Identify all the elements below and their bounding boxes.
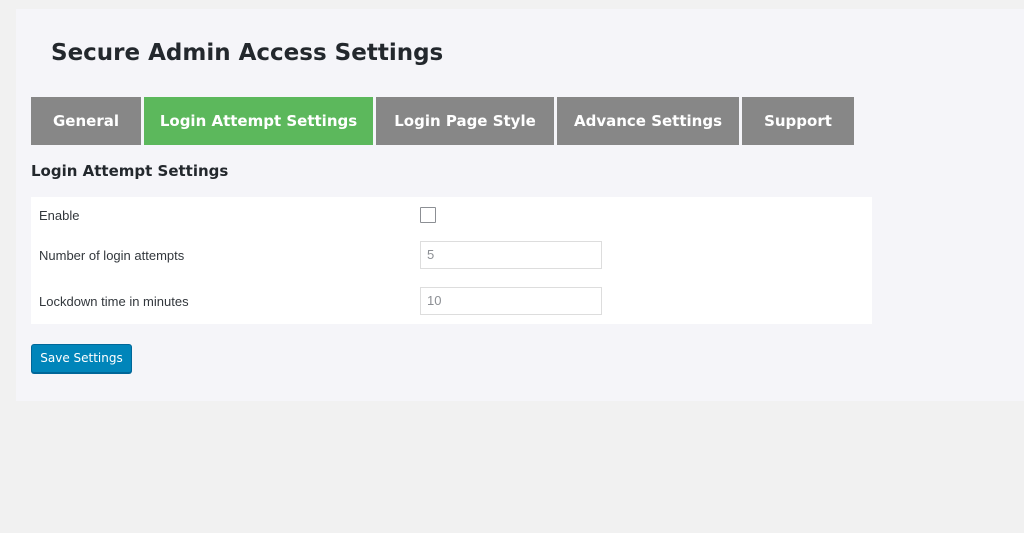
save-settings-button[interactable]: Save Settings: [31, 344, 132, 373]
tab-login-attempt-settings[interactable]: Login Attempt Settings: [144, 97, 373, 145]
enable-checkbox[interactable]: [420, 207, 436, 223]
tab-advance-settings[interactable]: Advance Settings: [557, 97, 739, 145]
lockdown-time-input[interactable]: 10: [420, 287, 602, 315]
lockdown-time-label: Lockdown time in minutes: [39, 294, 189, 309]
settings-form: Enable Number of login attempts 5 Lockdo…: [31, 197, 872, 324]
tab-support[interactable]: Support: [742, 97, 854, 145]
enable-label: Enable: [39, 208, 80, 223]
login-attempts-label: Number of login attempts: [39, 248, 185, 263]
settings-panel: Secure Admin Access Settings General Log…: [16, 9, 1024, 401]
tab-general[interactable]: General: [31, 97, 141, 145]
section-heading: Login Attempt Settings: [31, 162, 229, 180]
settings-tabs: General Login Attempt Settings Login Pag…: [31, 97, 857, 145]
tab-login-page-style[interactable]: Login Page Style: [376, 97, 554, 145]
login-attempts-input[interactable]: 5: [420, 241, 602, 269]
page-title: Secure Admin Access Settings: [51, 40, 444, 66]
